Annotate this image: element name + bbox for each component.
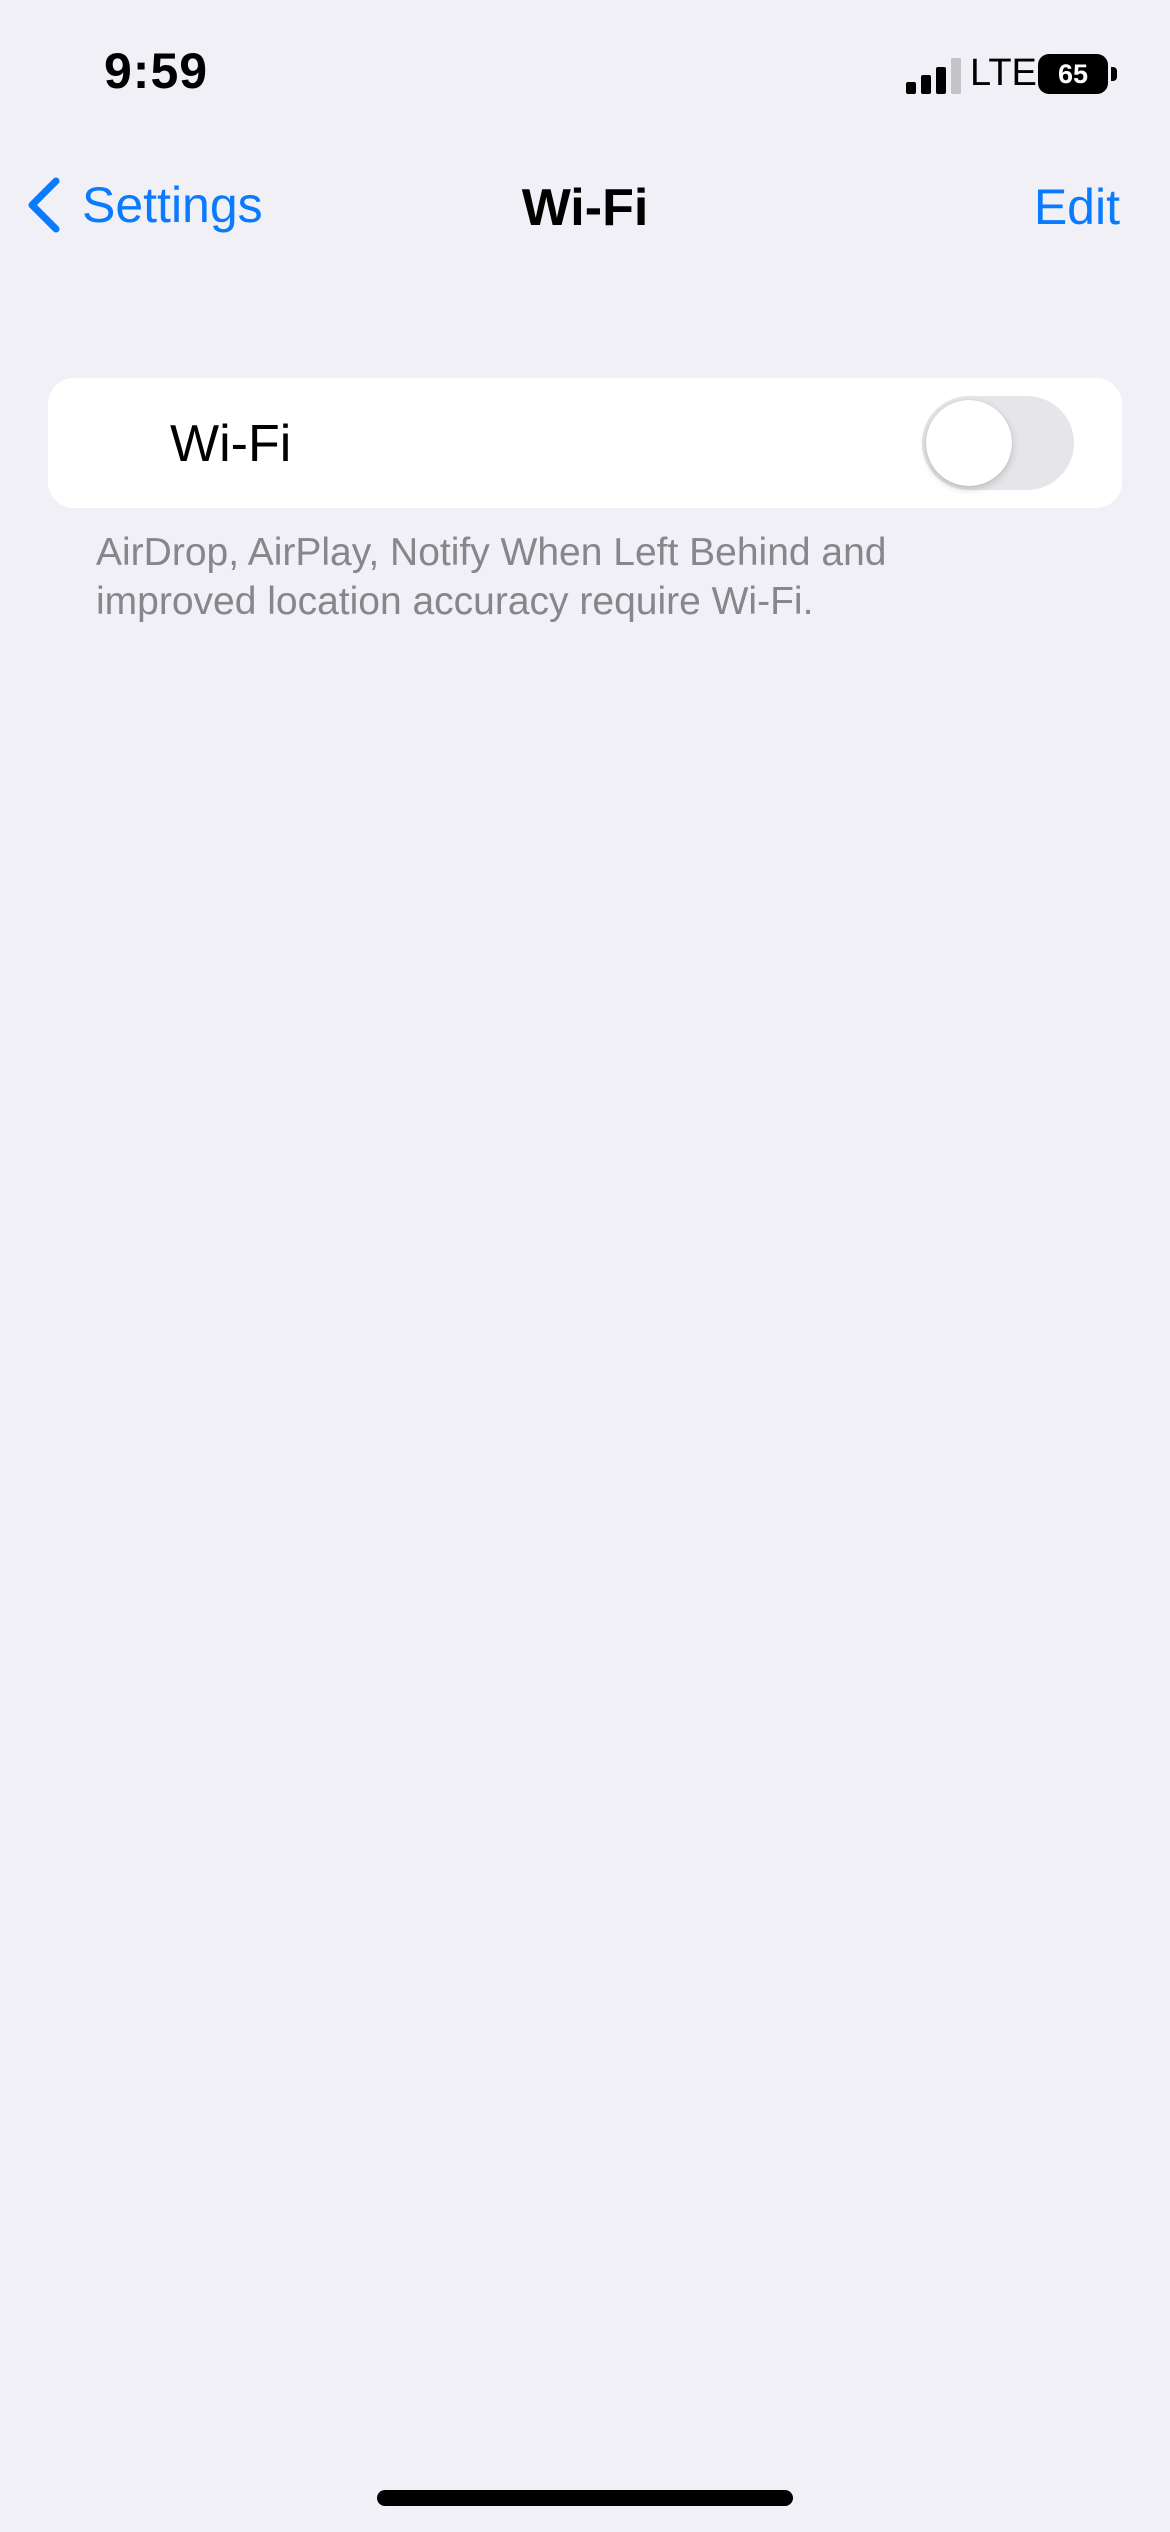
network-type-label: LTE bbox=[970, 52, 1037, 94]
back-button-label: Settings bbox=[82, 177, 263, 233]
wifi-toggle[interactable] bbox=[922, 396, 1074, 490]
battery-icon: 65 bbox=[1038, 54, 1118, 94]
wifi-footer-note: AirDrop, AirPlay, Notify When Left Behin… bbox=[96, 531, 887, 623]
chevron-left-icon bbox=[28, 177, 60, 233]
status-bar: 9:59 LTE 65 bbox=[0, 0, 1170, 150]
cellular-signal-icon bbox=[906, 58, 961, 94]
back-button[interactable]: Settings bbox=[24, 174, 263, 236]
toggle-knob bbox=[926, 400, 1012, 486]
wifi-settings-group: Wi-Fi bbox=[48, 378, 1122, 508]
home-indicator[interactable] bbox=[377, 2490, 793, 2506]
status-time: 9:59 bbox=[104, 43, 209, 99]
battery-level: 65 bbox=[1057, 59, 1089, 89]
navigation-bar: Wi-Fi Settings Edit bbox=[0, 160, 1170, 250]
wifi-row-label: Wi-Fi bbox=[170, 415, 292, 473]
edit-button[interactable]: Edit bbox=[1034, 178, 1120, 236]
battery-tip bbox=[1111, 67, 1117, 81]
